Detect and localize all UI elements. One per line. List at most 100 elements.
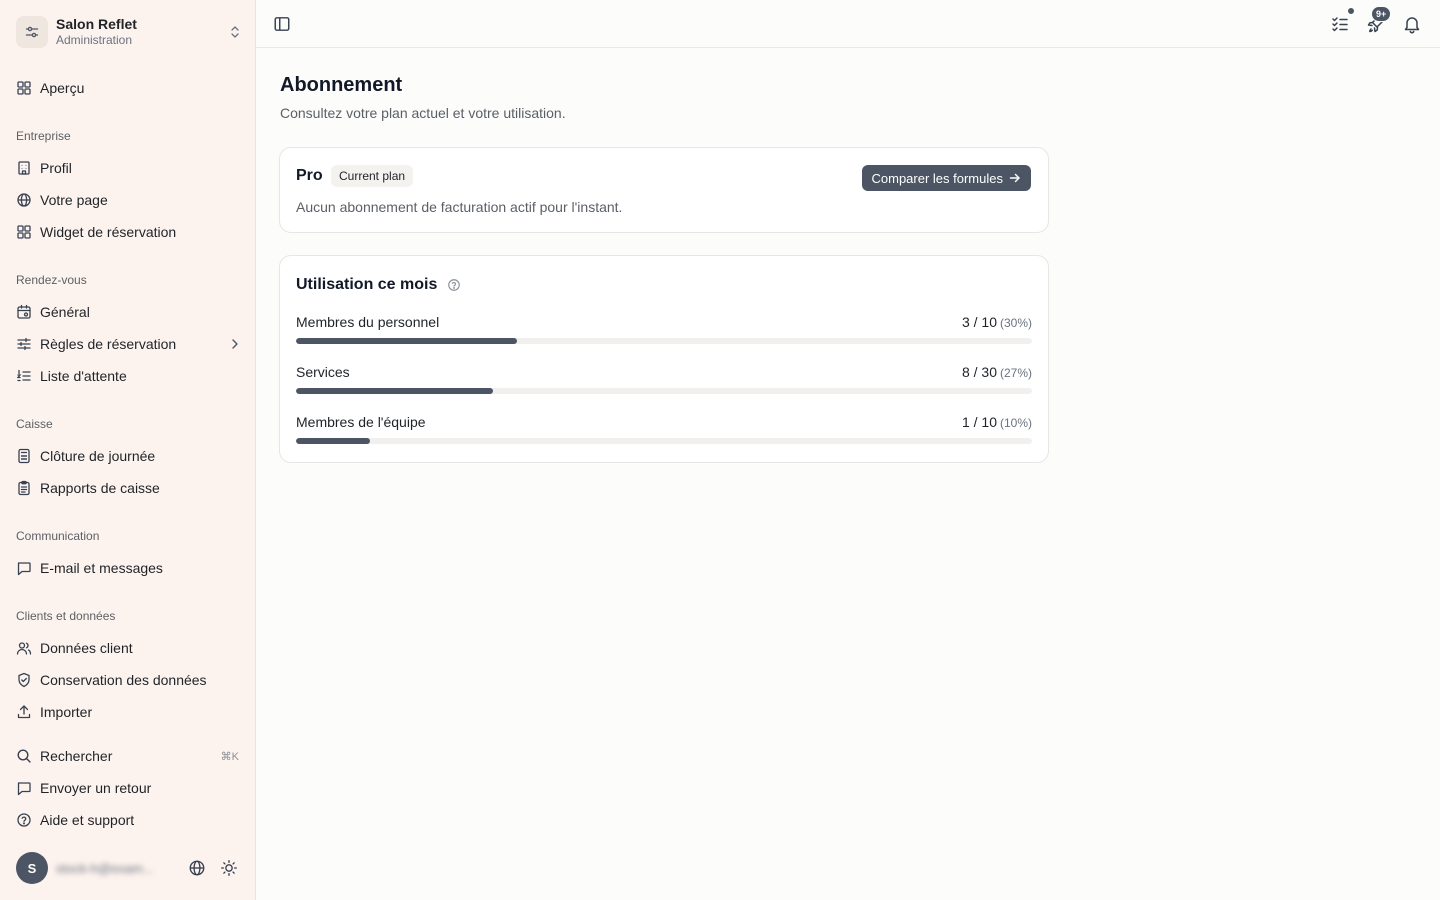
usage-value: 8 / 30 (961, 364, 997, 380)
globe-icon (16, 192, 32, 208)
sidebar-item-feedback[interactable]: Envoyer un retour (16, 774, 242, 802)
usage-row-services: Services 8 / 30 (27%) (296, 364, 1032, 394)
search-shortcut: ⌘K (220, 750, 239, 763)
plan-description: Aucun abonnement de facturation actif po… (296, 199, 623, 215)
nav-group-communication: Communication (16, 529, 100, 543)
usage-value-group: 8 / 30 (27%) (962, 364, 1032, 380)
help-circle-icon[interactable] (447, 278, 461, 292)
help-circle-icon (16, 812, 32, 828)
whats-new-badge: 9+ (1371, 6, 1392, 22)
sidebar-item-liste-attente[interactable]: Liste d'attente (16, 362, 242, 390)
nav-group-entreprise: Entreprise (16, 129, 71, 143)
user-menu[interactable]: S stock-h@exam... (16, 852, 242, 884)
usage-percent: (30%) (999, 316, 1032, 330)
shield-check-icon (16, 672, 32, 688)
sidebar-item-label: Données client (40, 640, 133, 656)
org-switcher[interactable]: Salon Reflet Administration (16, 14, 242, 50)
plan-name: Pro (296, 167, 323, 184)
users-icon (16, 640, 32, 656)
compare-plans-button[interactable]: Comparer les formules (861, 165, 1031, 191)
org-role: Administration (56, 33, 133, 48)
usage-title: Utilisation ce mois (296, 276, 438, 293)
usage-progress-track (296, 438, 1032, 444)
building-icon (16, 160, 32, 176)
calendar-cog-icon (16, 304, 32, 320)
usage-percent: (27%) (999, 366, 1032, 380)
sidebar-item-label: Importer (40, 704, 93, 720)
sidebar-item-label: Widget de réservation (40, 224, 177, 240)
nav-group-clients: Clients et données (16, 609, 116, 623)
message-square-icon (16, 560, 32, 576)
sidebar-item-regles[interactable]: Règles de réservation (16, 330, 242, 358)
calculator-icon (16, 448, 32, 464)
usage-row-team: Membres de l'équipe 1 / 10 (10%) (296, 414, 1032, 444)
sidebar-item-conservation[interactable]: Conservation des données (16, 666, 242, 694)
sidebar-item-widget[interactable]: Widget de réservation (16, 218, 242, 246)
message-square-icon (16, 780, 32, 796)
usage-label: Membres du personnel (296, 314, 440, 330)
sidebar-item-label: Clôture de journée (40, 448, 156, 464)
sidebar-item-label: Général (40, 304, 90, 320)
sidebar-item-label: Règles de réservation (40, 336, 177, 352)
clipboard-list-icon (16, 480, 32, 496)
usage-progress-fill (296, 338, 517, 344)
sidebar-item-label: Envoyer un retour (40, 780, 152, 796)
sidebar-item-donnees-client[interactable]: Données client (16, 634, 242, 662)
org-settings-icon (16, 16, 48, 48)
nav-group-rendez-vous: Rendez-vous (16, 273, 87, 287)
sidebar-item-importer[interactable]: Importer (16, 698, 242, 726)
user-email: stock-h@exam... (56, 860, 154, 876)
sliders-icon (16, 336, 32, 352)
sidebar-item-general[interactable]: Général (16, 298, 242, 326)
usage-progress-track (296, 388, 1032, 394)
usage-value: 3 / 10 (961, 314, 997, 330)
sun-theme-icon[interactable] (220, 859, 238, 877)
bell-icon[interactable] (1402, 14, 1422, 34)
sidebar-item-profil[interactable]: Profil (16, 154, 242, 182)
sidebar-item-search[interactable]: Rechercher ⌘K (16, 742, 242, 770)
chevron-right-icon (228, 337, 242, 351)
nav-group-caisse: Caisse (16, 417, 53, 431)
usage-label: Services (296, 364, 350, 380)
usage-percent: (10%) (999, 416, 1032, 430)
page-subtitle: Consultez votre plan actuel et votre uti… (280, 105, 566, 121)
sidebar-toggle-icon[interactable] (273, 15, 291, 33)
upload-icon (16, 704, 32, 720)
chevrons-up-down-icon (228, 25, 242, 39)
compare-plans-label: Comparer les formules (871, 170, 1004, 186)
topbar: 9+ (256, 0, 1440, 48)
sidebar-item-votre-page[interactable]: Votre page (16, 186, 242, 214)
language-globe-icon[interactable] (188, 859, 206, 877)
usage-value-group: 1 / 10 (10%) (962, 414, 1032, 430)
usage-progress-fill (296, 438, 370, 444)
sidebar-item-label: Rapports de caisse (40, 480, 160, 496)
sidebar-item-overview[interactable]: Aperçu (16, 74, 242, 102)
usage-value: 1 / 10 (961, 414, 997, 430)
usage-row-staff: Membres du personnel 3 / 10 (30%) (296, 314, 1032, 344)
sidebar-item-label: Liste d'attente (40, 368, 127, 384)
sidebar: Salon Reflet Administration Aperçu Entre… (0, 0, 256, 900)
task-unread-dot (1347, 7, 1355, 15)
search-icon (16, 748, 32, 764)
sidebar-item-label: E-mail et messages (40, 560, 163, 576)
usage-progress-track (296, 338, 1032, 344)
usage-progress-fill (296, 388, 493, 394)
sidebar-item-label: Aperçu (40, 80, 85, 96)
arrow-right-icon (1009, 172, 1021, 184)
org-name: Salon Reflet (56, 16, 137, 33)
sidebar-item-email[interactable]: E-mail et messages (16, 554, 242, 582)
plan-card: Pro Current plan Comparer les formules A… (279, 147, 1049, 233)
sidebar-item-cloture[interactable]: Clôture de journée (16, 442, 242, 470)
usage-value-group: 3 / 10 (30%) (962, 314, 1032, 330)
page-title: Abonnement (280, 74, 403, 96)
sidebar-item-label: Votre page (40, 192, 108, 208)
sidebar-item-label: Profil (40, 160, 72, 176)
sidebar-item-rapports[interactable]: Rapports de caisse (16, 474, 242, 502)
avatar[interactable]: S (16, 852, 48, 884)
task-checklist-icon[interactable] (1330, 14, 1350, 34)
usage-card: Utilisation ce mois Membres du personnel… (279, 255, 1049, 463)
list-ordered-icon (16, 368, 32, 384)
current-plan-badge: Current plan (331, 165, 414, 187)
sidebar-item-help[interactable]: Aide et support (16, 806, 242, 834)
layout-grid-icon (16, 224, 32, 240)
